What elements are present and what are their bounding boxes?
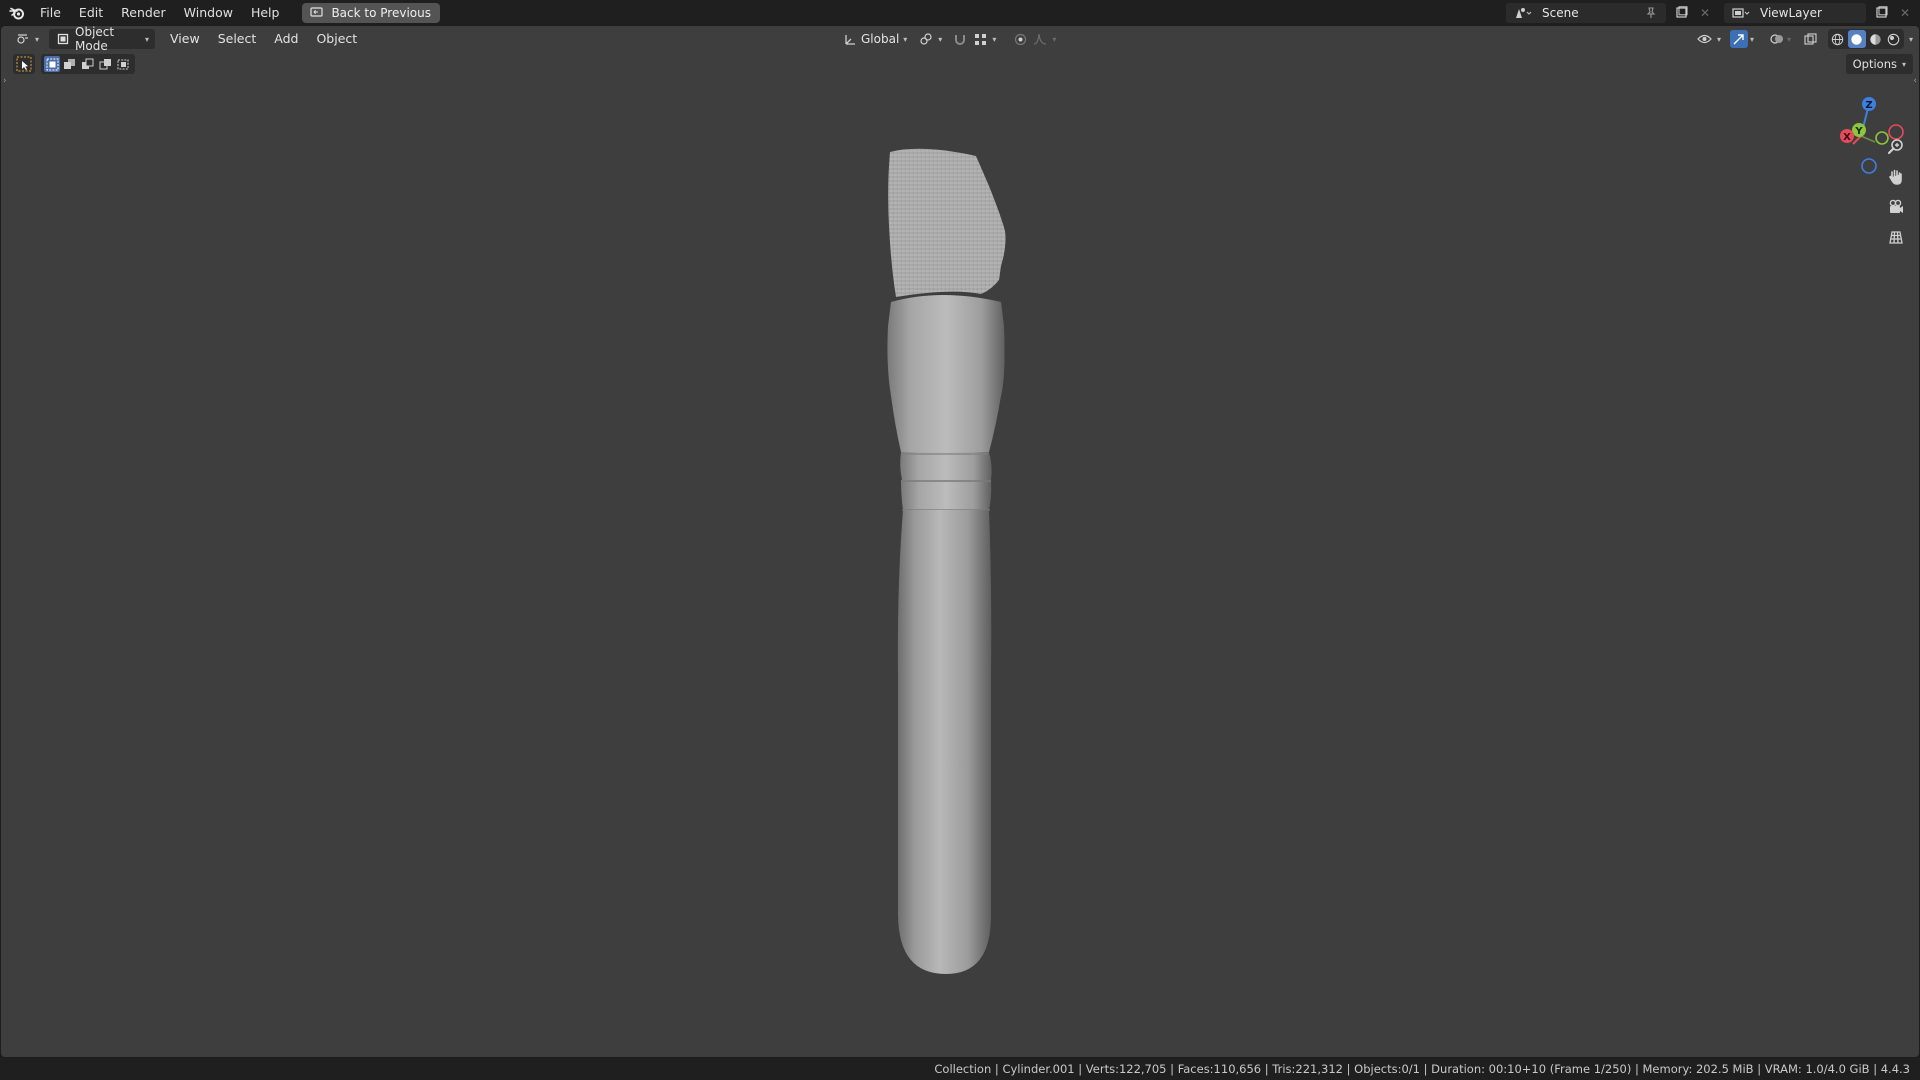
menu-file[interactable]: File	[31, 2, 70, 24]
menu-edit[interactable]: Edit	[70, 2, 112, 24]
new-view-layer-icon[interactable]	[1872, 4, 1890, 22]
status-text: Collection | Cylinder.001 | Verts:122,70…	[934, 1062, 1910, 1076]
view-layer-icon	[1728, 4, 1754, 22]
3d-viewport[interactable]: ▾ Object Mode ▾ View Select Add Object G…	[1, 26, 1919, 1057]
scene-icon	[1510, 4, 1536, 22]
menu-window[interactable]: Window	[175, 2, 242, 24]
menu-help[interactable]: Help	[242, 2, 289, 24]
brush-3d-model[interactable]	[1, 26, 1919, 1057]
back-screen-icon	[307, 4, 325, 22]
menu-render[interactable]: Render	[112, 2, 175, 24]
delete-view-layer-icon[interactable]: ✕	[1896, 4, 1914, 22]
status-bar: Collection | Cylinder.001 | Verts:122,70…	[0, 1058, 1920, 1080]
back-to-previous-button[interactable]: Back to Previous	[302, 2, 440, 23]
view-layer-name: ViewLayer	[1760, 5, 1822, 20]
view-layer-selector[interactable]: ViewLayer	[1724, 2, 1866, 23]
back-to-previous-label: Back to Previous	[331, 5, 431, 20]
scene-name: Scene	[1542, 5, 1579, 20]
top-bar: File Edit Render Window Help Back to Pre…	[0, 0, 1920, 25]
new-scene-icon[interactable]	[1672, 4, 1690, 22]
delete-scene-icon[interactable]: ✕	[1696, 4, 1714, 22]
top-right-controls: Scene ✕ ViewLayer ✕	[1506, 2, 1914, 23]
scene-selector[interactable]: Scene	[1506, 2, 1666, 23]
blender-logo-icon[interactable]	[7, 3, 27, 23]
pin-icon[interactable]	[1642, 4, 1660, 22]
